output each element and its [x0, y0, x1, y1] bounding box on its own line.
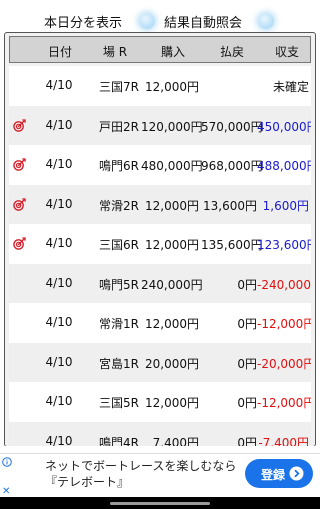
- cell-date: 4/10: [45, 157, 73, 171]
- cell-venue: 宮島1R: [99, 356, 139, 371]
- cell-venue: 鳴門5R: [99, 277, 139, 292]
- header-bet: 購入: [160, 45, 185, 59]
- cell-payout: 0円: [237, 317, 257, 331]
- cell-bet: 240,000円: [141, 277, 203, 292]
- cell-balance: 488,000円: [257, 159, 311, 173]
- cell-date: 4/10: [45, 196, 73, 211]
- auto-check-toggle[interactable]: [258, 13, 274, 29]
- ad-banner[interactable]: ✕ ネットでボートレースを楽しむなら 『テレボート』 登録: [0, 453, 320, 497]
- table-row[interactable]: 4/10 鳴門4R 7,400円 0円 -7,400円: [9, 421, 311, 447]
- home-handle[interactable]: [110, 502, 210, 505]
- top-controls: 本日分を表示 結果自動照会: [0, 0, 320, 36]
- cell-bet: 12,000円: [145, 317, 199, 331]
- cell-venue: 常滑1R: [99, 317, 139, 331]
- cell-bet: 12,000円: [145, 238, 199, 252]
- cell-bet: 20,000円: [145, 356, 199, 371]
- close-icon[interactable]: ✕: [2, 486, 10, 497]
- cell-payout: 135,600円: [201, 238, 263, 252]
- table-row[interactable]: 4/10 三国5R 12,000円 0円 -12,000円: [9, 382, 311, 421]
- cell-payout: 968,000円: [201, 159, 263, 173]
- table-row[interactable]: 4/10 三国6R 12,000円135,600円123,600円: [9, 224, 311, 263]
- panel-bottom-gap: [0, 446, 320, 453]
- register-button[interactable]: 登録: [245, 459, 313, 488]
- target-icon: [13, 237, 26, 250]
- cell-date: 4/10: [45, 117, 73, 132]
- cell-date: 4/10: [45, 78, 73, 92]
- header-balance: 収支: [274, 45, 299, 59]
- cell-bet: 12,000円: [145, 80, 199, 94]
- table-row[interactable]: 4/10 常滑1R 12,000円 0円 -12,000円: [9, 303, 311, 342]
- cell-balance: -12,000円: [257, 396, 311, 410]
- table-row[interactable]: 4/10 鳴門6R480,000円968,000円488,000円: [9, 145, 311, 184]
- table-row[interactable]: 4/10 宮島1R 20,000円 0円 -20,000円: [9, 342, 311, 382]
- cell-venue: 戸田2R: [99, 119, 139, 134]
- cell-balance: -12,000円: [257, 317, 311, 331]
- cell-balance: -7,400円: [258, 435, 309, 447]
- cell-date: 4/10: [45, 275, 73, 290]
- results-list[interactable]: 4/10 三国7R 12,000円 未確定 4/10 戸田2R 120,000円 570,00…: [9, 66, 311, 446]
- cell-date: 4/10: [45, 315, 73, 329]
- cell-venue: 鳴門6R: [99, 159, 139, 173]
- header-payout: 払戻: [219, 45, 244, 59]
- target-icon: [13, 197, 26, 211]
- cell-venue: 鳴門4R: [99, 435, 139, 447]
- cell-bet: 7,400円: [152, 435, 199, 447]
- cell-date: 4/10: [45, 236, 73, 250]
- cell-bet: 480,000円: [141, 159, 203, 173]
- cell-payout: 0円: [237, 396, 257, 410]
- cell-payout: 0円: [237, 435, 257, 447]
- register-button-label: 登録: [261, 468, 286, 482]
- results-panel: 日付 場 R 購入 払戻 収支 4/10 三国7R 12,000円 未確定 4/10 戸田…: [4, 32, 316, 447]
- cell-venue: 三国5R: [99, 396, 139, 410]
- cell-balance: 450,000円: [257, 119, 311, 134]
- ad-text[interactable]: ネットでボートレースを楽しむなら 『テレボート』: [45, 458, 236, 490]
- cell-venue: 三国7R: [99, 80, 139, 94]
- cell-payout: 570,000円: [201, 119, 263, 134]
- cell-balance: -240,000円: [257, 277, 311, 292]
- cell-bet: 12,000円: [145, 396, 199, 410]
- cell-date: 4/10: [45, 354, 73, 369]
- auto-check-label: 結果自動照会: [164, 16, 243, 31]
- chevron-right-icon: [289, 466, 304, 481]
- table-row[interactable]: 4/10 戸田2R120,000円570,000円450,000円: [9, 105, 311, 145]
- ad-text-line-1: ネットでボートレースを楽しむなら: [45, 459, 237, 473]
- cell-date: 4/10: [45, 433, 73, 447]
- cell-bet: 120,000円: [141, 119, 203, 134]
- table-row[interactable]: 4/10 常滑2R 12,000円 13,600円 1,600円: [9, 184, 311, 224]
- info-icon[interactable]: [2, 457, 12, 467]
- cell-payout: 13,600円: [203, 198, 257, 213]
- show-today-label: 本日分を表示: [44, 16, 123, 31]
- table-row[interactable]: 4/10 鳴門5R240,000円 0円-240,000円: [9, 263, 311, 303]
- system-nav-bar: [0, 497, 320, 509]
- target-icon: [13, 118, 26, 132]
- cell-payout: 0円: [237, 277, 257, 292]
- header-venue: 場 R: [102, 45, 128, 59]
- cell-balance: -20,000円: [257, 356, 311, 371]
- cell-balance: 未確定: [272, 80, 309, 94]
- cell-payout: 0円: [237, 356, 257, 371]
- show-today-toggle[interactable]: [139, 13, 155, 29]
- table-row[interactable]: 4/10 三国7R 12,000円 未確定: [9, 66, 311, 105]
- cell-balance: 123,600円: [257, 238, 311, 252]
- cell-date: 4/10: [45, 394, 73, 408]
- table-header: 日付 場 R 購入 払戻 収支: [9, 36, 311, 63]
- cell-venue: 常滑2R: [99, 198, 139, 213]
- header-date: 日付: [47, 45, 72, 59]
- cell-balance: 1,600円: [262, 198, 309, 213]
- cell-bet: 12,000円: [145, 198, 199, 213]
- ad-text-line-2: 『テレボート』: [45, 475, 130, 489]
- cell-venue: 三国6R: [99, 238, 139, 252]
- target-icon: [13, 158, 26, 171]
